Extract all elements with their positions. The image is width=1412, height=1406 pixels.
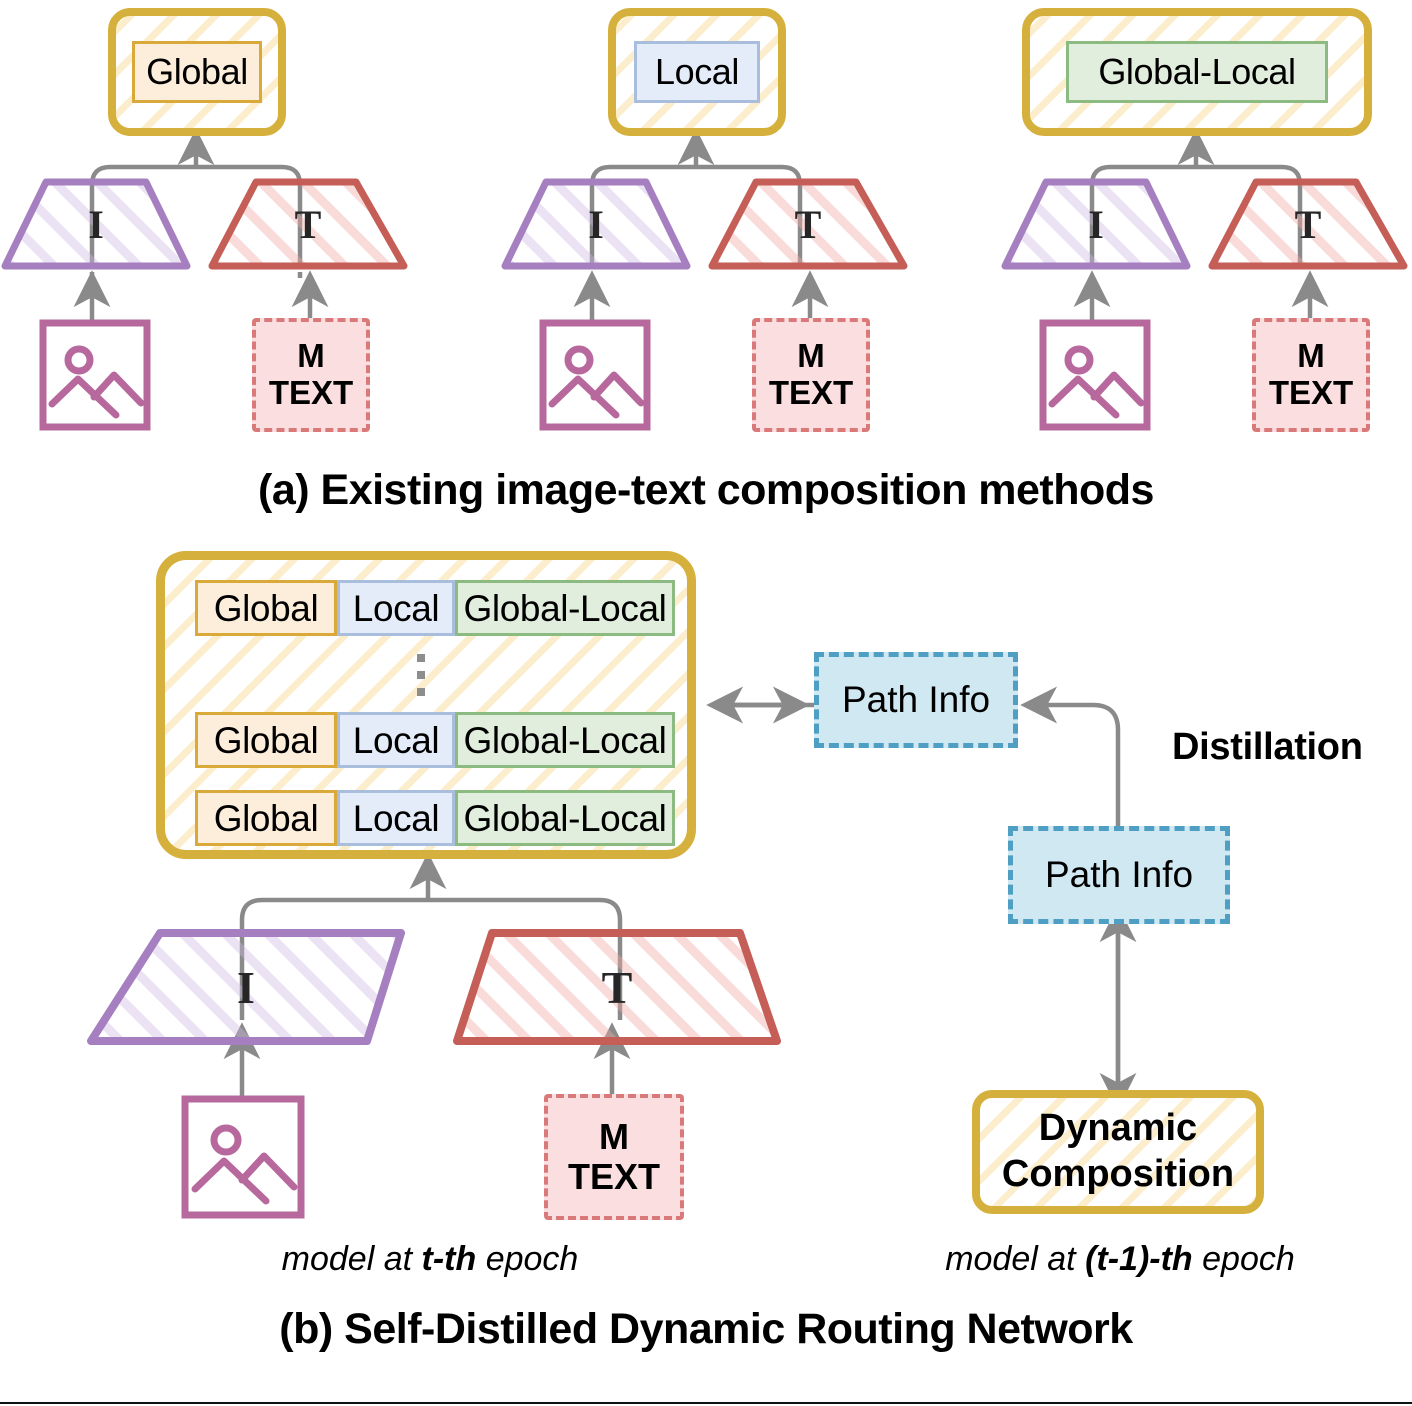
text-input-line1: M (797, 337, 825, 375)
text-input-line2: TEXT (567, 1156, 660, 1197)
method-output-box-global: Global (108, 8, 286, 136)
text-input-line1: M (297, 337, 325, 375)
student-epoch-bold: t-th (421, 1240, 477, 1278)
image-encoder-trapezoid-3: I (1001, 178, 1191, 270)
text-encoder-trapezoid-1: T (208, 178, 408, 270)
method-output-box-global-local: Global-Local (1022, 8, 1372, 136)
output-chip-global-local: Global-Local (1066, 41, 1328, 103)
routing-cell-local[interactable]: Local (337, 790, 455, 846)
text-input-box-3: M TEXT (1252, 318, 1370, 432)
output-chip-local: Local (634, 41, 760, 103)
teacher-epoch-prefix: model at (945, 1240, 1086, 1278)
text-input-line2: TEXT (1268, 374, 1354, 411)
text-input-line2: TEXT (268, 374, 354, 411)
teacher-epoch-suffix: epoch (1192, 1240, 1295, 1278)
student-epoch-prefix: model at (281, 1240, 422, 1278)
distillation-label: Distillation (1172, 726, 1363, 768)
text-input-box-student: M TEXT (544, 1094, 684, 1220)
dynamic-routing-box: Global Local Global-Local Global Local G… (156, 551, 696, 859)
text-input-box-1: M TEXT (252, 318, 370, 432)
image-input-icon-student (180, 1094, 306, 1220)
image-input-icon-2 (538, 318, 652, 432)
image-input-icon-3 (1038, 318, 1152, 432)
text-input-box-2: M TEXT (752, 318, 870, 432)
path-info-teacher: Path Info (1008, 826, 1230, 924)
teacher-epoch-caption: model at (t-1)-th epoch (870, 1240, 1370, 1279)
ellipsis-dot (417, 688, 425, 696)
image-encoder-trapezoid-1: I (1, 178, 191, 270)
text-encoder-trapezoid-student: T (452, 928, 782, 1046)
image-encoder-trapezoid-student: I (86, 928, 406, 1046)
panel-b-caption: (b) Self-Distilled Dynamic Routing Netwo… (279, 1305, 1133, 1353)
image-input-icon-1 (38, 318, 152, 432)
output-chip-label: Global (146, 51, 248, 92)
bottom-divider (0, 1402, 1412, 1404)
teacher-epoch-bold: (t-1)-th (1085, 1240, 1193, 1278)
routing-cell-global-local[interactable]: Global-Local (455, 790, 675, 846)
routing-ellipsis (417, 654, 425, 696)
dynamic-composition-label: Dynamic Composition (1002, 1106, 1234, 1197)
ellipsis-dot (417, 654, 425, 662)
student-epoch-caption: model at t-th epoch (150, 1240, 710, 1279)
routing-cell-global-local[interactable]: Global-Local (455, 712, 675, 768)
dynamic-composition-line2: Composition (1001, 1153, 1235, 1195)
routing-cell-local[interactable]: Local (337, 580, 455, 636)
text-input-line1: M (1297, 337, 1325, 375)
panel-a-caption: (a) Existing image-text composition meth… (258, 466, 1154, 514)
text-encoder-trapezoid-2: T (708, 178, 908, 270)
routing-row-2: Global Local Global-Local (195, 712, 675, 768)
student-epoch-suffix: epoch (476, 1240, 579, 1278)
routing-cell-local[interactable]: Local (337, 712, 455, 768)
figure-root: Global I T M TEXT Local I T M TEXT Globa… (0, 0, 1412, 1406)
image-encoder-trapezoid-2: I (501, 178, 691, 270)
dynamic-composition-line1: Dynamic (1038, 1107, 1198, 1150)
output-chip-global: Global (132, 41, 262, 103)
routing-row-3: Global Local Global-Local (195, 790, 675, 846)
routing-cell-global-local[interactable]: Global-Local (455, 580, 675, 636)
ellipsis-dot (417, 671, 425, 679)
text-input-line1: M (599, 1115, 629, 1157)
text-encoder-trapezoid-3: T (1208, 178, 1408, 270)
output-chip-label: Local (654, 51, 740, 92)
method-output-box-local: Local (608, 8, 786, 136)
routing-row-1: Global Local Global-Local (195, 580, 675, 636)
dynamic-composition-box: Dynamic Composition (972, 1090, 1264, 1214)
text-input-line2: TEXT (768, 374, 854, 411)
path-info-student: Path Info (814, 652, 1018, 748)
routing-cell-global[interactable]: Global (195, 790, 337, 846)
output-chip-label: Global-Local (1098, 51, 1296, 92)
routing-cell-global[interactable]: Global (195, 580, 337, 636)
routing-cell-global[interactable]: Global (195, 712, 337, 768)
